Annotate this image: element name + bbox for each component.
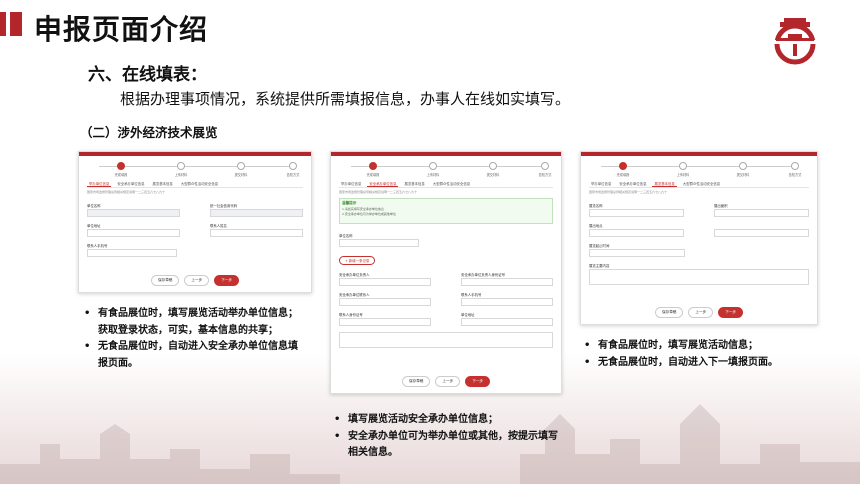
emblem-logo-icon	[770, 18, 820, 65]
bullet-continuation: 相关信息。	[348, 447, 398, 458]
field-label: 统一社会信用代码	[210, 204, 238, 208]
org-name-input[interactable]	[87, 209, 180, 217]
manager-input[interactable]	[339, 278, 431, 286]
exhibition-area-input[interactable]	[714, 209, 809, 217]
address-input[interactable]	[461, 318, 553, 326]
contact-phone-input[interactable]	[87, 249, 177, 257]
save-draft-button[interactable]: 保存草稿	[655, 307, 684, 318]
field-label: 联系人手机号	[461, 293, 482, 297]
bullet-continuation: 报页面。	[98, 357, 138, 369]
field-label: 展览名称	[589, 204, 603, 208]
credit-code-input[interactable]	[210, 209, 303, 217]
save-draft-button[interactable]: 保存草稿	[402, 376, 431, 387]
field-label: 展览主要内容	[589, 264, 610, 268]
org-name-input[interactable]	[339, 239, 419, 247]
prev-button[interactable]: 上一步	[435, 376, 461, 387]
field-label: 单位地址	[87, 224, 101, 228]
field-label: 单位名称	[339, 234, 353, 238]
save-draft-button[interactable]: 保存草稿	[151, 275, 180, 286]
bullet-item: 填写展览活动安全承办单位信息；	[330, 412, 580, 429]
screenshot-security-info: 完成填报 上传材料 提交材料 告知方式 举办单位信息 安全承办单位信息 展览基本…	[330, 151, 562, 394]
date-range-picker[interactable]	[589, 249, 685, 257]
section-description: 根据办理事项情况，系统提供所需填报信息，办事人在线如实填写。	[120, 90, 571, 108]
bullet-item: 有食品展位时，填写展览活动信息；	[580, 338, 830, 355]
phone-input[interactable]	[461, 298, 553, 306]
remarks-textarea[interactable]	[339, 332, 553, 348]
tab-security[interactable]: 安全承办单位信息	[115, 180, 146, 187]
field-label: 单位名称	[87, 204, 101, 208]
warning-line: 2.安全承办单位可为举办单位或其他单位	[342, 212, 396, 216]
bullet-continuation: 获取登录状态，可实，基本信息的共享；	[98, 324, 278, 336]
bullet-item: 无食品展位时，自动进入下一填报页面。	[580, 355, 830, 372]
form-tabs: 举办单位信息 安全承办单位信息 展览基本信息 大型群众性活动安全信息	[589, 180, 809, 188]
slide: 申报页面介绍 六、在线填表： 根据办理事项情况，系统提供所需填报信息，办事人在线…	[0, 0, 860, 484]
org-address-input[interactable]	[87, 229, 180, 237]
prev-button[interactable]: 上一步	[184, 275, 210, 286]
progress-steps: 完成填报 上传材料 提交材料 告知方式	[341, 160, 551, 178]
bullet-list-2: 填写展览活动安全承办单位信息； 安全承办单位可为举办单位或其他，按提示填写 相关…	[330, 412, 580, 462]
accent-bar	[10, 12, 22, 36]
warning-title: 温馨提示	[342, 201, 357, 205]
exhibition-name-input[interactable]	[589, 209, 684, 217]
tab-organizer[interactable]: 举办单位信息	[589, 180, 613, 187]
bullet-list-1: 有食品展位时，填写展览活动举办单位信息； 获取登录状态，可实，基本信息的共享； …	[80, 306, 320, 372]
next-button[interactable]: 下一步	[214, 275, 239, 286]
next-button[interactable]: 下一步	[465, 376, 490, 387]
form-tabs: 举办单位信息 安全承办单位信息 展览基本信息 大型群众性活动安全信息	[339, 180, 553, 188]
field-label: 联系人姓名	[210, 224, 227, 228]
tab-exhibition[interactable]: 展览基本信息	[652, 180, 677, 187]
tab-exhibition[interactable]: 展览基本信息	[150, 180, 174, 187]
prev-button[interactable]: 上一步	[688, 307, 714, 318]
detail-address-input[interactable]	[714, 229, 809, 237]
bullet-item: 有食品展位时，填写展览活动举办单位信息；	[80, 306, 320, 323]
tab-security[interactable]: 安全承办单位信息	[367, 180, 399, 187]
contact-id-input[interactable]	[339, 318, 431, 326]
progress-steps: 完成填报 上传材料 提交材料 告知方式	[89, 160, 301, 178]
page-title: 申报页面介绍	[34, 13, 209, 46]
sub-heading: （二）涉外经济技术展览	[80, 125, 218, 140]
progress-steps: 完成填报 上传材料 提交材料 告知方式	[591, 160, 807, 178]
field-label: 展出面积	[714, 204, 728, 208]
tab-event-safety[interactable]: 大型群众性活动安全信息	[179, 180, 220, 187]
bullet-item: 安全承办单位可为举办单位或其他，按提示填写	[330, 429, 580, 446]
hint-text: 国家市场监督管理总局相关规定说明一二三四五六七八九十	[87, 190, 166, 194]
field-label: 安全承办单位负责人身份证号	[461, 273, 506, 277]
bullet-list-3: 有食品展位时，填写展览活动信息； 无食品展位时，自动进入下一填报页面。	[580, 338, 830, 371]
field-label: 联系人手机号	[87, 244, 108, 248]
tab-security[interactable]: 安全承办单位信息	[617, 180, 648, 187]
field-label: 展览起止时间	[589, 244, 610, 248]
manager-id-input[interactable]	[461, 278, 553, 286]
field-label: 展出地点	[589, 224, 603, 228]
screenshot-exhibition-info: 完成填报 上传材料 提交材料 告知方式 举办单位信息 安全承办单位信息 展览基本…	[580, 151, 818, 325]
tab-exhibition[interactable]: 展览基本信息	[402, 180, 426, 187]
field-label: 安全承办单位联系人	[339, 293, 370, 297]
form-tabs: 举办单位信息 安全承办单位信息 展览基本信息 大型群众性活动安全信息	[87, 180, 303, 188]
next-button[interactable]: 下一步	[718, 307, 743, 318]
tab-organizer[interactable]: 举办单位信息	[339, 180, 363, 187]
content-textarea[interactable]	[589, 269, 809, 285]
tab-event-safety[interactable]: 大型群众性活动安全信息	[431, 180, 472, 187]
warning-box: 温馨提示 1.请如实填写安全承办单位信息 2.安全承办单位可为举办单位或其他单位	[339, 198, 553, 224]
tab-event-safety[interactable]: 大型群众性活动安全信息	[681, 180, 722, 187]
tab-organizer[interactable]: 举办单位信息	[87, 180, 112, 187]
hint-text: 国家市场监督管理总局相关规定说明一二三四五六七八九十	[339, 190, 418, 194]
contact-input[interactable]	[339, 298, 431, 306]
hint-text: 国家市场监督管理总局相关规定说明一二三四五六七八九十	[589, 190, 668, 194]
warning-line: 1.请如实填写安全承办单位信息	[342, 207, 384, 211]
field-label: 安全承办单位负责人	[339, 273, 370, 277]
contact-name-input[interactable]	[210, 229, 303, 237]
screenshot-organizer-info: 完成填报 上传材料 提交材料 告知方式 举办单位信息 安全承办单位信息 展览基本…	[78, 151, 312, 293]
add-record-button[interactable]: + 新增一条记录	[339, 256, 376, 265]
bullet-item: 无食品展位时，自动进入安全承办单位信息填	[80, 339, 320, 356]
accent-bar	[0, 12, 6, 36]
section-heading: 六、在线填表：	[88, 65, 207, 85]
field-label: 联系人身份证号	[339, 313, 363, 317]
exhibition-location-select[interactable]	[589, 229, 684, 237]
field-label: 单位地址	[461, 313, 475, 317]
